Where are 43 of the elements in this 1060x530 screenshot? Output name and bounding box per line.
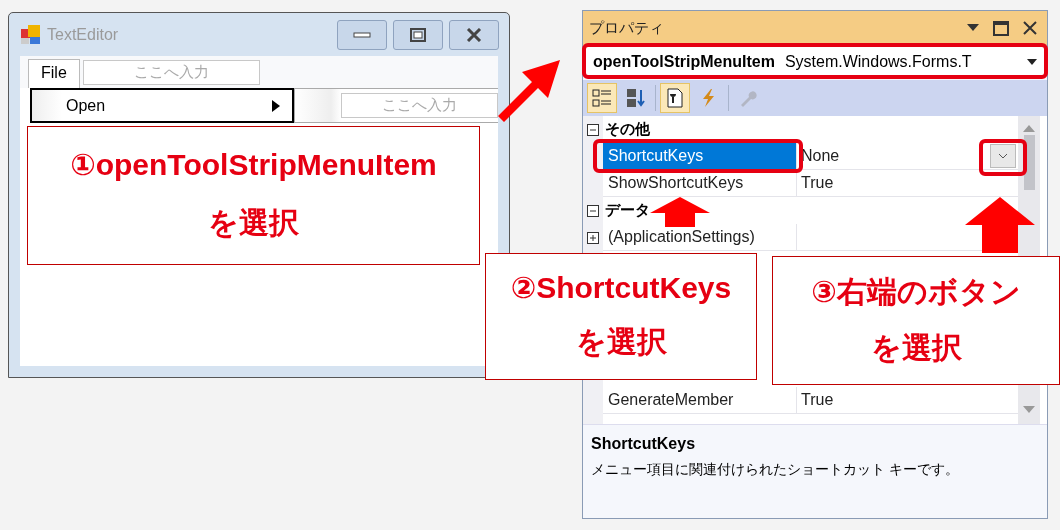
maximize-icon xyxy=(410,27,426,42)
panel-title: プロパティ xyxy=(589,18,665,38)
properties-icon xyxy=(665,88,685,108)
highlight-frame xyxy=(979,139,1027,176)
expand-icon[interactable] xyxy=(587,231,599,244)
arrow xyxy=(650,197,710,227)
callout-text: を選択 xyxy=(870,330,962,366)
sort-icon xyxy=(626,88,646,108)
callout-text: を選択 xyxy=(208,204,299,241)
category-label: その他 xyxy=(604,119,650,139)
arrow xyxy=(965,197,1035,253)
menu-item[interactable]: File xyxy=(28,59,80,88)
caret-icon xyxy=(1027,58,1037,65)
maximize-button[interactable] xyxy=(393,19,443,50)
minimize-icon xyxy=(353,31,371,38)
property-value: True xyxy=(801,391,835,409)
scrollbar-thumb[interactable] xyxy=(1023,135,1035,190)
minimize-button[interactable] xyxy=(337,19,387,50)
categorized-icon xyxy=(592,88,612,108)
callout-text: ③右端のボタン xyxy=(811,274,1021,310)
menu-item[interactable]: Open xyxy=(30,88,294,123)
close-button[interactable] xyxy=(449,19,499,50)
property-name[interactable]: GenerateMember xyxy=(603,387,797,414)
dropdown-icon[interactable] xyxy=(967,24,979,32)
collapse-icon[interactable] xyxy=(587,204,599,217)
property-name[interactable]: (ApplicationSettings) xyxy=(603,224,797,251)
callout-text: を選択 xyxy=(575,323,667,360)
app-icon xyxy=(21,24,41,45)
close-icon[interactable] xyxy=(1023,21,1037,35)
close-icon xyxy=(466,27,482,42)
chevron-icon xyxy=(998,153,1008,159)
property-value: True xyxy=(801,174,835,192)
maximize-icon[interactable] xyxy=(993,20,1009,36)
callout-text: ②ShortcutKeys xyxy=(510,270,732,306)
arrow xyxy=(498,58,562,122)
description-text: メニュー項目に関連付けられたショートカット キーです。 xyxy=(591,461,960,479)
category-label: データ xyxy=(604,200,650,220)
collapse-icon[interactable] xyxy=(587,123,599,136)
description-title: ShortcutKeys xyxy=(591,435,697,453)
window-title: TextEditor xyxy=(47,25,120,44)
callout-text: ①openToolStripMenuItem xyxy=(70,147,437,183)
property-name[interactable]: ShortcutKeys xyxy=(603,143,797,170)
toolbar-button[interactable] xyxy=(660,83,690,113)
